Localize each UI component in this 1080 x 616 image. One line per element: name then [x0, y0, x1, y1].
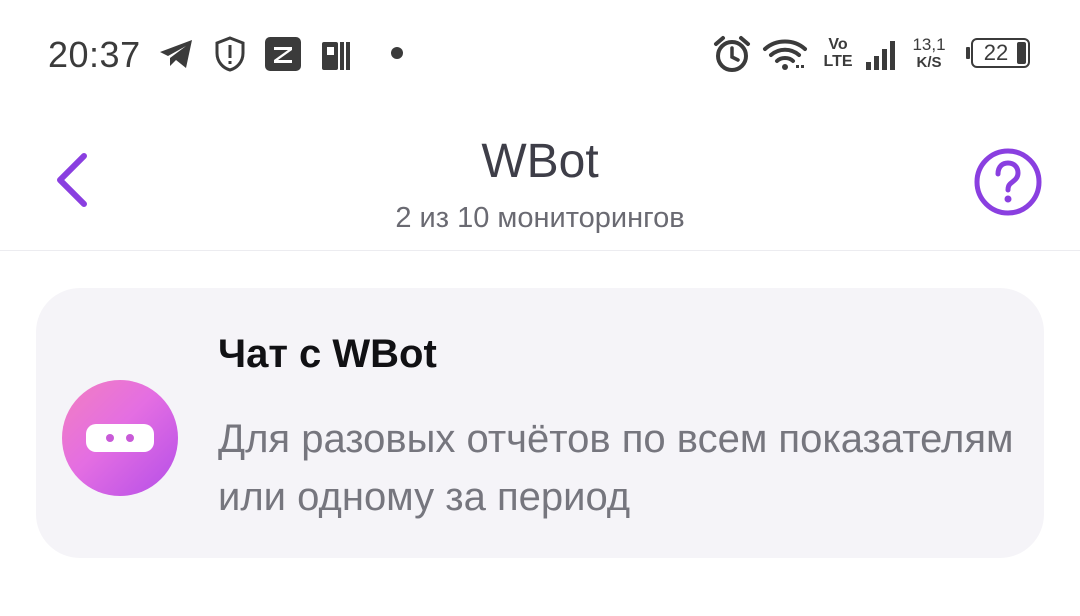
shield-icon — [215, 36, 245, 72]
page-subtitle: 2 из 10 мониторингов — [395, 202, 685, 234]
bot-eye-left — [106, 434, 114, 442]
battery-cap — [966, 47, 970, 59]
volte-indicator: Vo LTE — [818, 36, 858, 70]
wbot-avatar — [62, 380, 178, 496]
speed-value: 13,1 — [912, 35, 946, 54]
bot-face-icon — [86, 424, 154, 452]
chat-wbot-card[interactable]: Чат с WBot Для разовых отчётов по всем п… — [36, 288, 1044, 558]
question-icon — [974, 148, 1042, 216]
volte-bottom: LTE — [823, 53, 853, 70]
help-button[interactable] — [972, 146, 1044, 218]
card-title: Чат с WBot — [218, 332, 437, 376]
dot-icon — [391, 47, 403, 59]
signal-icon — [866, 41, 895, 70]
card-description: Для разовых отчётов по всем показателям … — [218, 417, 1014, 519]
bot-eye-right — [126, 434, 134, 442]
telegram-icon — [160, 40, 192, 68]
battery-level: 22 — [983, 40, 1009, 65]
status-bar: 20:37 Vo LTE 13,1 K/S 22 — [0, 0, 1080, 108]
app-z-icon — [265, 37, 301, 71]
battery-indicator: 22 — [966, 38, 1030, 68]
volte-top: Vo — [828, 36, 848, 53]
app-p-icon — [322, 42, 350, 70]
speed-unit: K/S — [916, 54, 942, 71]
battery-body: 22 — [971, 38, 1030, 68]
alarm-icon — [714, 36, 750, 72]
page-title: WBot — [481, 135, 599, 188]
app-header: WBot 2 из 10 мониторингов — [0, 108, 1080, 251]
network-speed: 13,1 K/S — [906, 36, 952, 72]
battery-fill — [1017, 42, 1026, 64]
wifi-icon — [763, 39, 807, 70]
status-time: 20:37 — [48, 34, 141, 75]
